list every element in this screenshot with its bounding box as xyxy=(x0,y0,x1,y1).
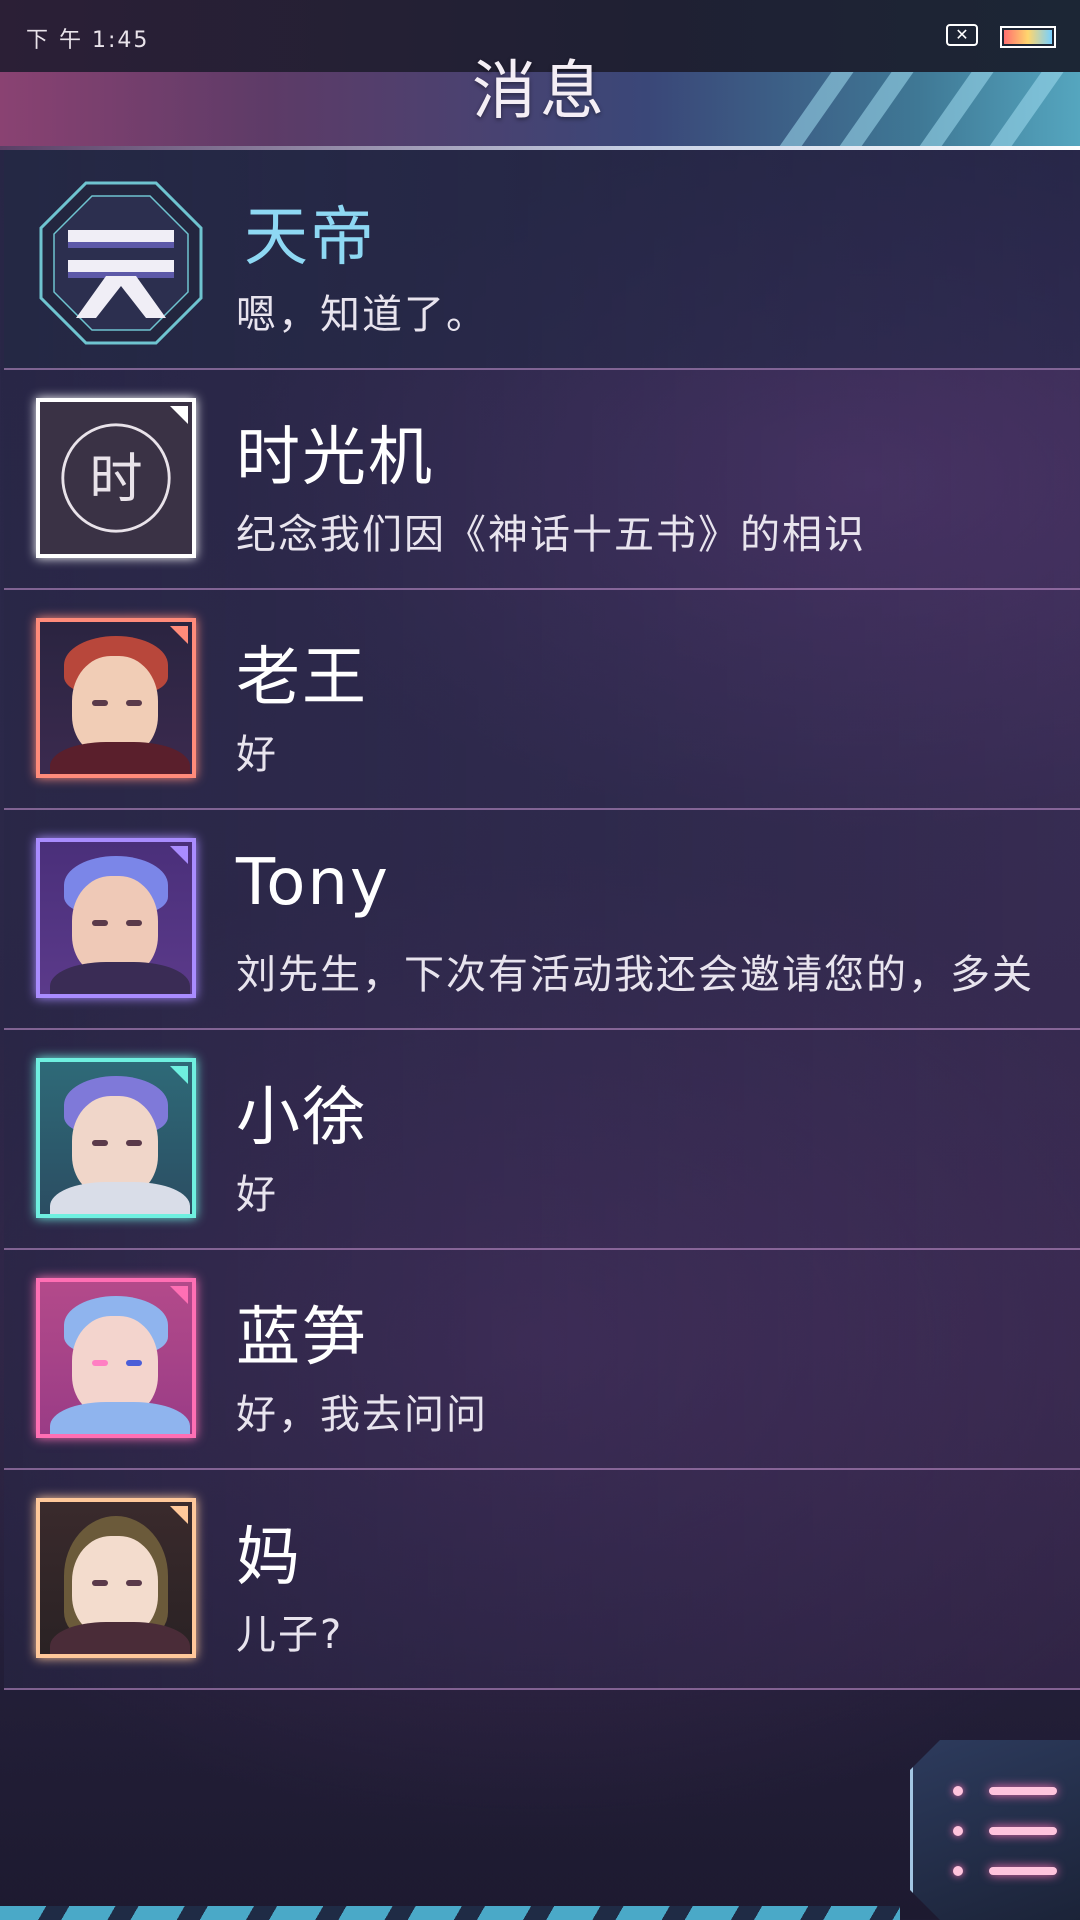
svg-text:时: 时 xyxy=(89,448,142,510)
conversation-row-tony[interactable]: Tony 刘先生，下次有活动我还会邀请您的，多关 xyxy=(4,810,1080,1030)
page-title: 消息 xyxy=(472,55,608,129)
tiandi-emblem-icon xyxy=(39,181,203,345)
message-list: 天帝 嗯，知道了。 时 时光机 纪念我们因《神话十五书》的相识 老王 好 Ton… xyxy=(4,150,1080,1690)
contact-name: 时光机 xyxy=(236,421,434,495)
tony-avatar xyxy=(36,838,196,998)
last-message: 好，我去问问 xyxy=(236,1392,488,1438)
last-message: 纪念我们因《神话十五书》的相识 xyxy=(236,512,866,558)
bottom-decoration xyxy=(0,1906,900,1920)
conversation-row-xiaoxu[interactable]: 小徐 好 xyxy=(4,1030,1080,1250)
last-message: 好 xyxy=(236,732,278,778)
conversation-row-shiguangji[interactable]: 时 时光机 纪念我们因《神话十五书》的相识 xyxy=(4,370,1080,590)
conversation-row-mom[interactable]: 妈 儿子? xyxy=(4,1470,1080,1690)
mom-avatar xyxy=(36,1498,196,1658)
last-message: 儿子? xyxy=(236,1612,344,1658)
contact-name: 天帝 xyxy=(244,201,376,275)
last-message: 好 xyxy=(236,1172,278,1218)
contact-name: 蓝笋 xyxy=(236,1301,368,1375)
contact-name: 妈 xyxy=(236,1521,302,1595)
laowang-avatar xyxy=(36,618,196,778)
last-message: 嗯，知道了。 xyxy=(236,292,488,338)
lansun-avatar xyxy=(36,1278,196,1438)
last-message: 刘先生，下次有活动我还会邀请您的，多关 xyxy=(236,952,1034,998)
shi-seal-icon: 时 xyxy=(36,398,196,558)
contact-name: Tony xyxy=(236,846,390,920)
xiaoxu-avatar xyxy=(36,1058,196,1218)
contact-name: 老王 xyxy=(236,641,368,715)
conversation-row-tiandi[interactable]: 天帝 嗯，知道了。 xyxy=(4,150,1080,370)
contact-name: 小徐 xyxy=(236,1081,368,1155)
conversation-row-laowang[interactable]: 老王 好 xyxy=(4,590,1080,810)
conversation-row-lansun[interactable]: 蓝笋 好，我去问问 xyxy=(4,1250,1080,1470)
menu-button[interactable] xyxy=(910,1740,1080,1920)
